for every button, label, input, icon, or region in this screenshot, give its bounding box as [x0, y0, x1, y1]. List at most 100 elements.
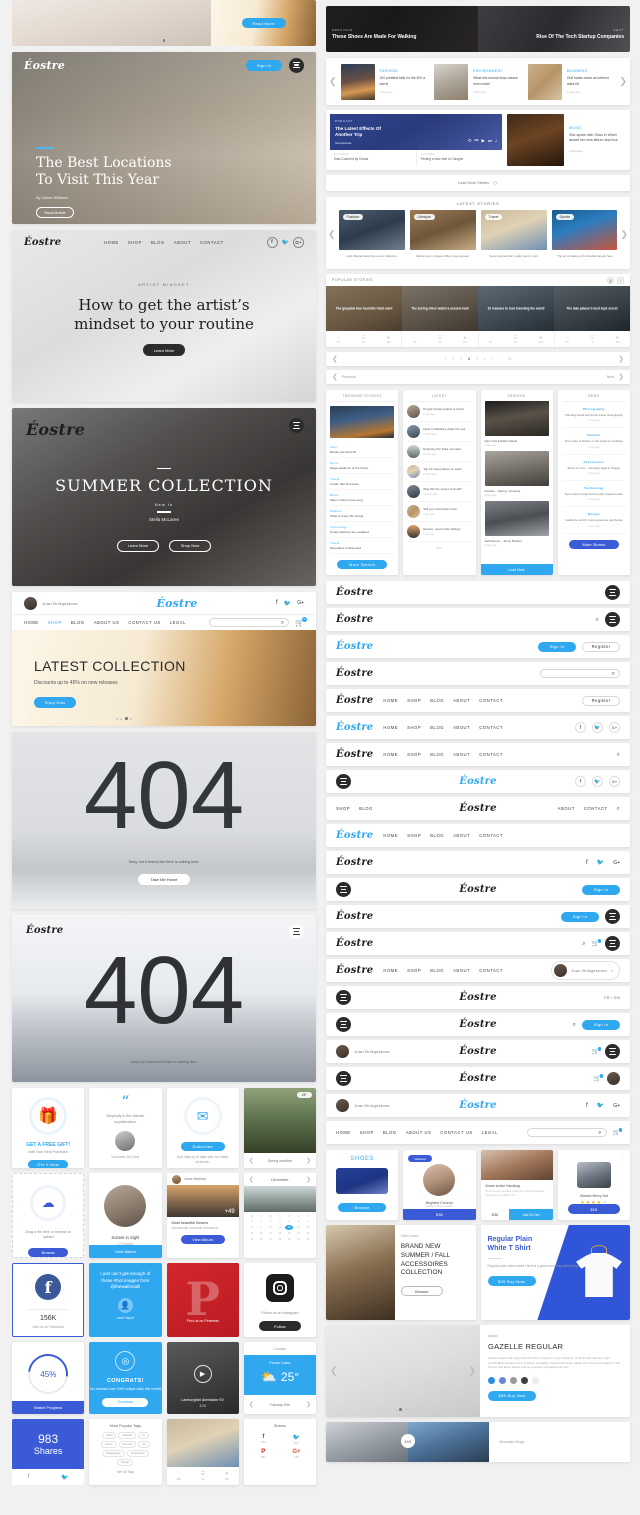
header-logo[interactable]: Éostre — [336, 749, 373, 760]
header-logo[interactable]: Éostre — [336, 668, 373, 679]
nav-item-contact-us[interactable]: CONTACT US — [128, 620, 160, 625]
next-arrow-icon[interactable]: ❯ — [306, 1158, 311, 1164]
feed-item[interactable]: Photography Shooting aerial and drone tra… — [562, 402, 625, 429]
menu-burger-icon[interactable] — [336, 990, 351, 1005]
product-price-button[interactable]: $15 — [567, 1204, 620, 1214]
header-nav[interactable]: HOME SHOP BLOG ABOUT CONTACT — [383, 698, 503, 703]
nav-item-about-us[interactable]: ABOUT US — [94, 620, 120, 625]
upload-card[interactable]: ☁ Drag a file here or browse to upload B… — [12, 1173, 85, 1258]
avatar[interactable] — [24, 596, 37, 610]
color-swatch[interactable] — [521, 1376, 529, 1384]
calendar-day[interactable]: 1 — [248, 1219, 256, 1224]
volume-icon[interactable]: ♪ — [495, 138, 497, 144]
avatar[interactable] — [336, 1045, 349, 1058]
feed-item[interactable]: Sport Mega stadiums of the future — [330, 458, 395, 474]
share-networks[interactable]: f 964 🐦 647 P 853 G+ 138 — [249, 1434, 311, 1459]
header-nav[interactable]: HOME SHOP BLOG ABOUT CONTACT — [383, 752, 503, 757]
tag-chip[interactable]: Art — [138, 1441, 150, 1448]
carousel-prev-icon[interactable]: ❮ — [329, 77, 337, 86]
dot[interactable] — [409, 1408, 412, 1411]
take-me-home-button[interactable]: Take Me Home — [138, 874, 190, 885]
load-more-button[interactable]: Load More — [480, 564, 553, 575]
popular-story-tile[interactable]: 10 reasons to love traveling the world — [478, 286, 554, 331]
nav-item-blog[interactable]: BLOG — [430, 698, 444, 703]
feed-card[interactable]: Dossier – Spring / Summer 4 days ago — [484, 451, 549, 497]
pagination-prev-icon[interactable]: ❮ — [332, 356, 338, 363]
facebook-icon[interactable]: f — [276, 600, 278, 606]
menu-burger-icon[interactable] — [289, 418, 304, 433]
calendar-day[interactable]: 11 — [276, 1225, 284, 1230]
search-icon[interactable]: ⌕ — [582, 941, 585, 947]
header-nav[interactable]: SHOP BLOG — [336, 806, 373, 811]
latest-next-icon[interactable]: ❯ — [620, 229, 628, 239]
browse-button[interactable]: Browse — [338, 1203, 387, 1212]
page-number[interactable]: 1 — [445, 357, 447, 361]
calendar-day[interactable]: 28 — [304, 1237, 312, 1242]
tag-chip[interactable]: UI — [137, 1432, 149, 1439]
feed-item[interactable]: Fashion New rules of fashion in the world… — [562, 428, 625, 455]
feed-item[interactable]: Technology Nyro looks to help teams unify… — [562, 481, 625, 508]
calendar-day[interactable]: 5 — [285, 1219, 293, 1224]
nav-item-blog[interactable]: BLOG — [383, 1130, 397, 1135]
nav-item-contact[interactable]: CONTACT — [584, 806, 608, 811]
twitter-icon[interactable]: 🐦 — [597, 1102, 604, 1109]
nav-item-blog[interactable]: BLOG — [151, 240, 165, 245]
tag-chip[interactable]: Promo — [100, 1441, 117, 1448]
share-network[interactable]: P 853 — [249, 1449, 278, 1459]
cart-icon[interactable]: 🛒 0 — [295, 616, 307, 627]
twitter-icon[interactable]: 🐦 — [592, 722, 603, 733]
nav-item-about[interactable]: ABOUT — [453, 833, 470, 838]
tag-chip[interactable]: Photography — [102, 1450, 125, 1457]
more-stories-button[interactable]: More Stories — [337, 560, 388, 569]
nav-item-blog[interactable]: BLOG — [71, 620, 85, 625]
signin-button[interactable]: Sign In — [582, 884, 620, 895]
calendar-day[interactable]: 15 — [248, 1231, 256, 1236]
header-logo[interactable]: Éostre — [336, 911, 373, 922]
shop-now-button[interactable]: Shop Now — [169, 539, 211, 552]
signin-button[interactable]: Sign In — [561, 911, 599, 922]
facebook-icon[interactable]: f — [266, 236, 278, 248]
feed-item[interactable]: Was this the center of world? 12 hours ag… — [407, 482, 472, 502]
list-view-icon[interactable]: ☰ — [617, 276, 624, 284]
nav-item-contact[interactable]: CONTACT — [479, 833, 503, 838]
feed-item[interactable]: Travel Cuban flair find place — [330, 474, 395, 490]
feed-item[interactable]: Accessories Boots on now – choosing bags … — [562, 455, 625, 482]
calendar-day[interactable]: 4 — [276, 1219, 284, 1224]
calendar-day[interactable]: 8 — [248, 1225, 256, 1230]
nav-item-blog[interactable]: BLOG — [430, 725, 444, 730]
nav-item-shop[interactable]: SHOP — [360, 1130, 374, 1135]
nav-item-about[interactable]: ABOUT — [453, 725, 470, 730]
gallery-prev-icon[interactable]: ❮ — [330, 1366, 338, 1376]
nav-item-blog[interactable]: BLOG — [430, 968, 444, 973]
banner-dots[interactable] — [12, 717, 236, 720]
share-network[interactable]: G+ 138 — [282, 1449, 311, 1459]
dot[interactable] — [172, 39, 175, 42]
calendar-day[interactable]: 9 — [257, 1225, 265, 1230]
feed-card[interactable]: New York Fashion Week 2 days ago — [484, 401, 549, 447]
play-icon[interactable]: ▶ — [193, 1364, 212, 1383]
search-icon[interactable]: ⌕ — [573, 1022, 576, 1028]
error2-logo[interactable]: Éostre — [26, 925, 63, 936]
menu-burger-icon[interactable] — [605, 936, 620, 951]
shop-logo[interactable]: Éostre — [156, 597, 197, 610]
nav-item-contact[interactable]: CONTACT — [200, 240, 224, 245]
dot[interactable] — [394, 1408, 397, 1411]
calendar-day[interactable]: 6 — [294, 1219, 302, 1224]
menu-burger-icon[interactable] — [605, 1044, 620, 1059]
header-logo[interactable]: Éostre — [336, 614, 373, 625]
tag-chip[interactable]: Lifestyle — [118, 1432, 136, 1439]
page-number[interactable]: 48 — [508, 357, 512, 361]
next-label[interactable]: Next — [607, 375, 614, 379]
page-number[interactable]: 6 — [484, 357, 486, 361]
nav-item-home[interactable]: HOME — [383, 833, 398, 838]
signin-button[interactable]: Sign In — [538, 641, 576, 652]
nav-item-home[interactable]: HOME — [383, 752, 398, 757]
menu-burger-icon[interactable] — [336, 1071, 351, 1086]
menu-burger-icon[interactable] — [605, 585, 620, 600]
prev-post[interactable]: PREVIOUS These Shoes Are Made For Walkin… — [326, 6, 478, 52]
nav-item-contact[interactable]: CONTACT — [479, 752, 503, 757]
color-swatch[interactable] — [532, 1376, 540, 1384]
language-switch[interactable]: FR / EN — [604, 996, 620, 1000]
tag-list[interactable]: Sport Lifestyle UI Promo Summer Art Photograph… — [94, 1432, 156, 1466]
googleplus-icon[interactable]: G+ — [613, 860, 620, 866]
